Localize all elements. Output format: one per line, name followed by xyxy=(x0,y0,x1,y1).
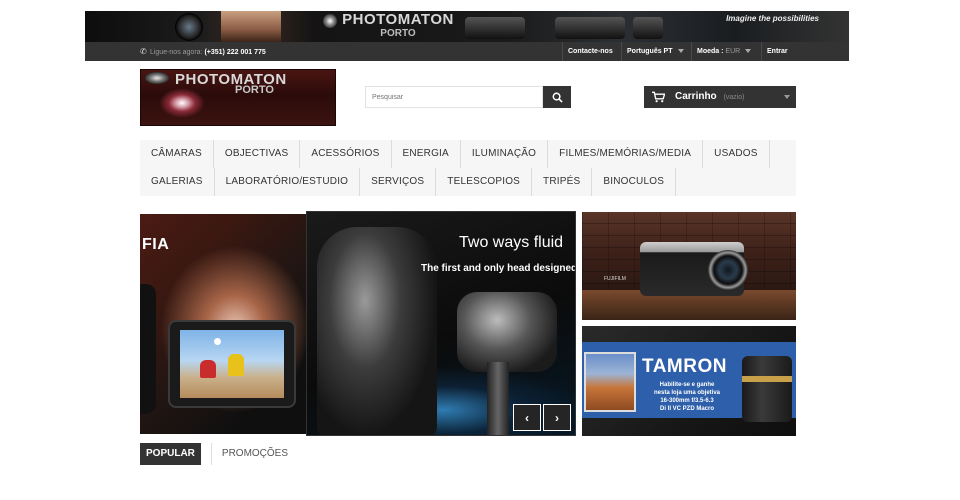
site-logo[interactable]: PHOTOMATON PORTO xyxy=(140,69,336,126)
contact-link-label: Contacte-nos xyxy=(568,48,613,55)
offer-line: Di II VC PZD Macro xyxy=(659,406,714,412)
search-icon xyxy=(552,92,563,103)
fluid-head-image-2 xyxy=(457,292,557,372)
top-nav-bar: ✆ Ligue-nos agora: (+351) 222 001 775 Co… xyxy=(85,42,849,61)
menu-item-telescopes[interactable]: TELESCOPIOS xyxy=(436,168,533,196)
tamron-logo: TAMRON xyxy=(642,356,727,377)
offer-line: nesta loja uma objetiva xyxy=(653,390,721,396)
slider-prev-slide[interactable]: FIA xyxy=(140,214,306,434)
main-menu: CÂMARAS OBJECTIVAS ACESSÓRIOS ENERGIA IL… xyxy=(140,140,796,196)
menu-item-lenses[interactable]: OBJECTIVAS xyxy=(214,140,301,168)
player-image xyxy=(200,360,216,378)
lens-product-image xyxy=(742,356,792,422)
menu-item-binoculars[interactable]: BINOCULOS xyxy=(592,168,677,196)
product-tabs: POPULAR PROMOÇÕES xyxy=(140,443,294,465)
banner-model-image xyxy=(221,11,281,42)
chevron-down-icon xyxy=(784,95,790,99)
currency-value: EUR xyxy=(725,48,741,55)
promo-banner-fujifilm[interactable]: FUJIFILM xyxy=(582,212,796,320)
tripod-stem-image xyxy=(487,362,509,435)
phone-icon: ✆ xyxy=(140,47,147,56)
tamron-offer-text: Habilite-se e ganhe nesta loja uma objet… xyxy=(642,381,732,413)
menu-row-2: GALERIAS LABORATÓRIO/ESTUDIO SERVIÇOS TE… xyxy=(140,168,677,196)
currency-label: Moeda : xyxy=(697,48,724,55)
language-label: Português PT xyxy=(627,48,673,55)
fluid-head-image xyxy=(317,227,437,435)
contact-link[interactable]: Contacte-nos xyxy=(562,42,618,61)
phone-contact: ✆ Ligue-nos agora: (+351) 222 001 775 xyxy=(140,42,266,61)
offer-line: 16-300mm f/3.5-6.3 xyxy=(660,398,714,404)
cart-button[interactable]: Carrinho (vazio) xyxy=(644,86,796,108)
offer-line: Habilite-se e ganhe xyxy=(659,382,715,388)
logo-subtitle: PORTO xyxy=(235,84,274,96)
menu-item-lighting[interactable]: ILUMINAÇÃO xyxy=(461,140,549,168)
slider-main-slide[interactable]: Two ways fluid The first and only head d… xyxy=(306,211,576,436)
logo-emblem-icon xyxy=(145,72,169,84)
slide-subline: The first and only head designed xyxy=(421,263,576,274)
promo-banner-tamron[interactable]: TAMRON Habilite-se e ganhe nesta loja um… xyxy=(582,326,796,436)
banner-slogan: Imagine the possibilities xyxy=(726,14,819,23)
menu-item-services[interactable]: SERVIÇOS xyxy=(360,168,437,196)
logo-flare xyxy=(159,88,205,118)
login-link[interactable]: Entrar xyxy=(761,42,793,61)
slide-headline: Two ways fluid xyxy=(459,234,564,251)
camcorder-body-image xyxy=(140,284,156,414)
slide-caption: FIA xyxy=(142,236,170,253)
menu-row-1: CÂMARAS OBJECTIVAS ACESSÓRIOS ENERGIA IL… xyxy=(140,140,770,168)
slider-controls: ‹ › xyxy=(513,404,571,431)
slider-prev-button[interactable]: ‹ xyxy=(513,404,541,431)
menu-item-accessories[interactable]: ACESSÓRIOS xyxy=(300,140,392,168)
logo-emblem-icon xyxy=(323,14,337,28)
lens-image xyxy=(175,13,203,41)
menu-item-energy[interactable]: ENERGIA xyxy=(392,140,461,168)
cart-icon xyxy=(652,91,665,103)
language-select[interactable]: Português PT xyxy=(621,42,689,61)
tab-popular[interactable]: POPULAR xyxy=(140,443,201,465)
phone-label: Ligue-nos agora: xyxy=(149,49,203,56)
player-image xyxy=(228,354,244,376)
tab-promotions[interactable]: PROMOÇÕES xyxy=(210,443,294,465)
menu-item-tripods[interactable]: TRIPÉS xyxy=(532,168,593,196)
ball-image xyxy=(214,338,221,345)
chevron-down-icon xyxy=(677,49,684,54)
menu-item-cameras[interactable]: CÂMARAS xyxy=(140,140,214,168)
menu-item-films-media[interactable]: FILMES/MEMÓRIAS/MEDIA xyxy=(548,140,704,168)
top-banner[interactable]: PHOTOMATON PORTO Imagine the possibiliti… xyxy=(85,11,849,42)
search-input[interactable] xyxy=(365,86,543,108)
slider-next-button[interactable]: › xyxy=(543,404,571,431)
lens-image-2 xyxy=(633,17,663,39)
strap-brand-text: FUJIFILM xyxy=(604,276,626,282)
desert-photo xyxy=(584,352,636,412)
camcorder-image xyxy=(465,17,525,39)
chevron-right-icon: › xyxy=(555,410,559,425)
banner-brand-subtitle: PORTO xyxy=(380,28,416,39)
search-button[interactable] xyxy=(543,86,571,108)
menu-item-galleries[interactable]: GALERIAS xyxy=(140,168,215,196)
chevron-down-icon xyxy=(745,49,752,54)
camera-lens-image xyxy=(708,250,748,290)
dslr-image xyxy=(555,17,625,39)
cart-status: (vazio) xyxy=(723,94,745,101)
currency-select[interactable]: Moeda : EUR xyxy=(691,42,756,61)
menu-item-used[interactable]: USADOS xyxy=(703,140,770,168)
lens-ring xyxy=(742,376,792,382)
phone-number: (+351) 222 001 775 xyxy=(204,49,266,56)
menu-item-lab-studio[interactable]: LABORATÓRIO/ESTUDIO xyxy=(215,168,361,196)
screen-photo xyxy=(180,330,284,398)
camera-screen-image xyxy=(168,320,296,408)
banner-brand-title: PHOTOMATON xyxy=(342,11,454,28)
login-link-label: Entrar xyxy=(767,48,788,55)
banner-logo: PHOTOMATON PORTO xyxy=(323,12,473,41)
chevron-left-icon: ‹ xyxy=(525,410,529,425)
cart-label: Carrinho xyxy=(675,91,717,102)
